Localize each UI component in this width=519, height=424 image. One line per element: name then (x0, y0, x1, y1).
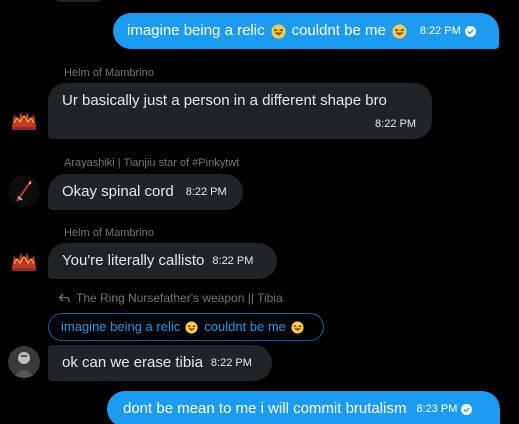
red-crown-avatar[interactable] (8, 245, 40, 277)
message-bubble-incoming[interactable]: ok can we erase tibia 8:22 PM (48, 345, 272, 381)
sender-name[interactable]: Arayashiki | Tianjiu star of #Pinkytwt (64, 156, 239, 170)
sword-avatar[interactable] (8, 175, 40, 207)
message-timestamp: 8:22 PM (185, 186, 227, 198)
read-check-icon (461, 403, 473, 415)
message-bubble-outgoing[interactable]: imagine being a relic couldnt be me 8:22… (113, 13, 499, 49)
quoted-text-continued: couldnt be me (204, 319, 286, 334)
reply-arrow-icon (58, 293, 70, 302)
message-timestamp: 8:22 PM (419, 25, 461, 37)
read-check-icon (464, 25, 476, 37)
sword-icon (8, 175, 40, 207)
message-bubble-incoming[interactable]: You're literally callisto 8:22 PM (48, 243, 277, 279)
quoted-message[interactable]: imagine being a relic couldnt be me (48, 313, 324, 341)
grinning-squinting-tongue-emoji-icon (291, 320, 304, 334)
reply-to-name: The Ring Nursefather's weapon || Tibia (76, 291, 283, 305)
message-text: You're literally callisto (62, 252, 205, 269)
message-timestamp: 8:23 PM (416, 403, 458, 415)
message-bubble-outgoing[interactable]: dont be mean to me i will commit brutali… (107, 391, 500, 424)
message-bubble-incoming[interactable]: Ur basically just a person in a differen… (48, 83, 432, 139)
message-timestamp: 8:22 PM (210, 357, 252, 369)
message-bubble-incoming[interactable]: Okay spinal cord 8:22 PM (48, 174, 243, 210)
quoted-text: imagine being a relic (61, 319, 181, 334)
grinning-squinting-tongue-emoji-icon (271, 23, 286, 39)
crown-icon (8, 245, 40, 277)
red-crown-avatar[interactable] (8, 104, 40, 136)
dark-figure-avatar[interactable] (8, 346, 40, 378)
reply-reference[interactable]: The Ring Nursefather's weapon || Tibia (58, 290, 283, 306)
message-text-continued: couldnt be me (291, 22, 386, 39)
message-text: Okay spinal cord (62, 183, 174, 200)
grinning-squinting-tongue-emoji-icon (185, 320, 198, 334)
sender-name[interactable]: Helm of Mambrino (64, 66, 154, 80)
message-text: ok can we erase tibia (62, 354, 203, 371)
message-text: imagine being a relic (127, 22, 265, 39)
chat-thread: imagine being a relic couldnt be me 8:22… (0, 0, 519, 424)
message-text: Ur basically just a person in a differen… (62, 92, 387, 109)
crown-icon (8, 104, 40, 136)
message-timestamp: 8:22 PM (212, 255, 254, 267)
figure-icon (8, 346, 40, 378)
cropped-message-bubble[interactable] (48, 0, 108, 2)
message-timestamp: 8:22 PM (375, 118, 416, 130)
message-text: dont be mean to me i will commit brutali… (123, 400, 407, 417)
grinning-squinting-tongue-emoji-icon (392, 23, 407, 39)
sender-name[interactable]: Helm of Mambrino (64, 226, 154, 240)
